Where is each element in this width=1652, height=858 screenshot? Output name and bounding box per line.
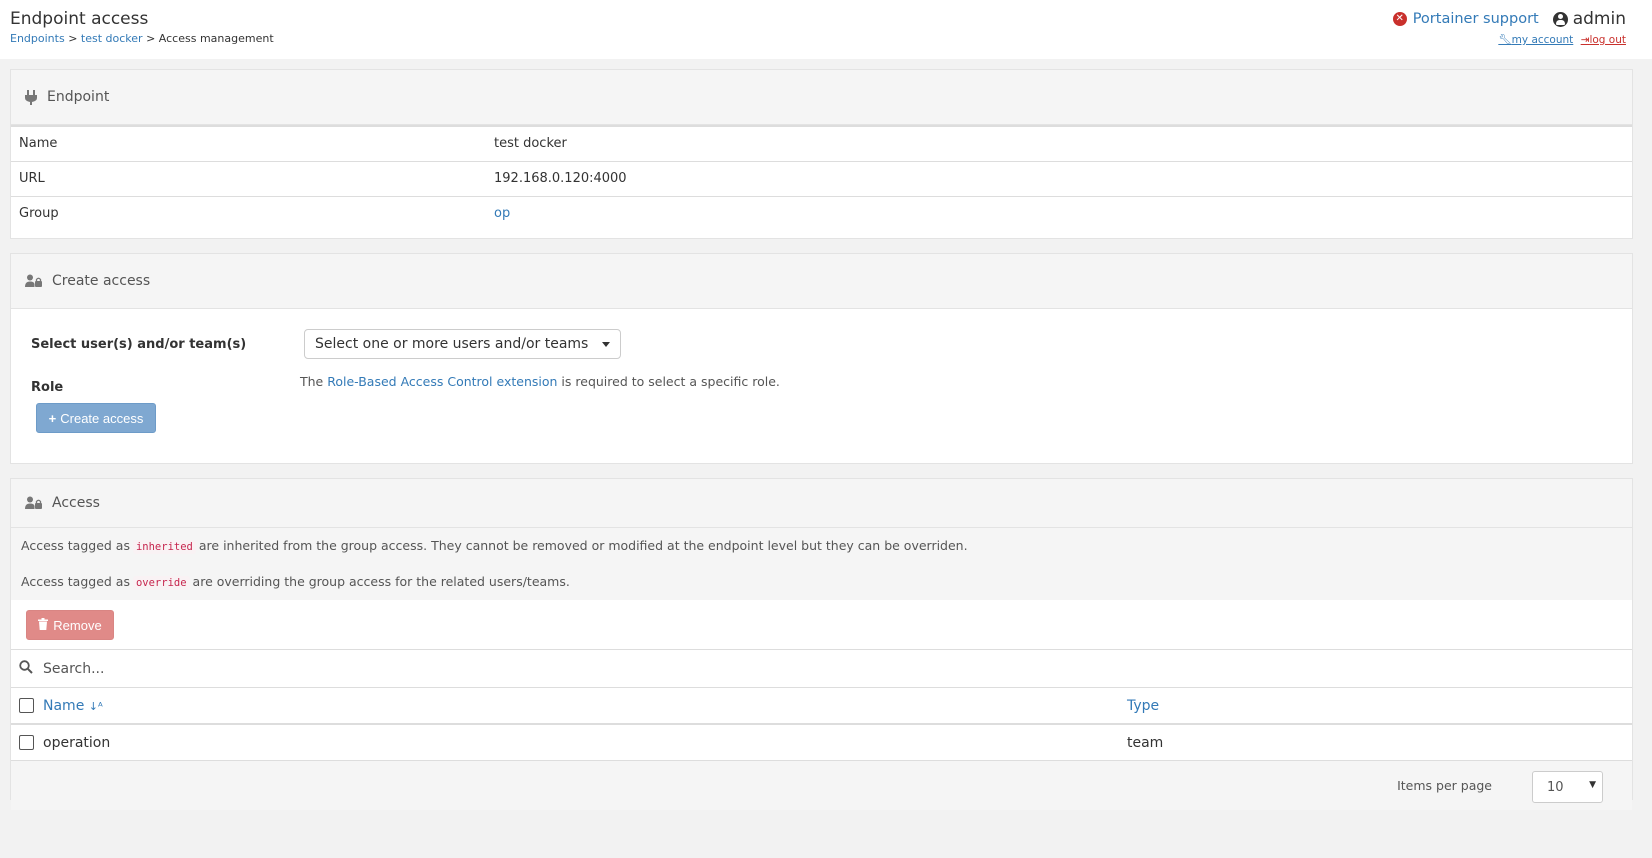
table-row: URL 192.168.0.120:4000 [11, 160, 1632, 196]
access-type: team [1127, 734, 1164, 751]
sort-alpha-icon: ↓ᴬ [88, 699, 103, 713]
row-label: URL [11, 160, 486, 196]
inherited-tag: inherited [132, 540, 196, 554]
access-toolbar: Remove [11, 600, 1632, 650]
logout-label: log out [1589, 34, 1626, 46]
access-widget-title: Access [52, 495, 100, 511]
breadcrumb-current: Access management [158, 32, 274, 45]
table-row: operation team [11, 724, 1632, 760]
create-access-widget-title: Create access [52, 273, 151, 289]
search-bar [11, 650, 1632, 688]
create-access-widget-header: Create access [11, 254, 1632, 309]
plug-icon [25, 89, 37, 105]
select-all-checkbox[interactable] [19, 698, 34, 713]
name-column-label: Name [43, 697, 85, 714]
users-teams-select[interactable]: Select one or more users and/or teams [304, 329, 621, 359]
breadcrumb: Endpoints > test docker > Access managem… [10, 32, 274, 45]
row-label: Name [11, 125, 486, 161]
access-info: Access tagged as inherited are inherited f… [11, 528, 1632, 600]
plus-icon: + [48, 410, 57, 426]
info-text: are overriding the group access for the … [192, 574, 570, 589]
group-link[interactable]: op [494, 206, 510, 221]
breadcrumb-endpoint-link[interactable]: test docker [81, 32, 143, 45]
info-text: Access tagged as [21, 538, 130, 553]
username: admin [1572, 9, 1626, 29]
role-label: Role [31, 380, 64, 395]
user-area: ✕ Portainer support admin 🔧︎my account ⇥… [1392, 9, 1626, 46]
page-title: Endpoint access [10, 9, 149, 29]
name-column-sort[interactable]: Name ↓ᴬ [43, 698, 103, 714]
row-value: 192.168.0.120:4000 [486, 160, 1632, 196]
current-user: admin [1552, 9, 1626, 29]
search-input[interactable] [41, 659, 641, 678]
portainer-support-link[interactable]: ✕ Portainer support [1392, 11, 1539, 27]
remove-button[interactable]: Remove [26, 610, 114, 640]
rbac-extension-link[interactable]: Role-Based Access Control extension [327, 374, 557, 389]
close-circle-icon: ✕ [1392, 12, 1407, 26]
endpoint-widget: Endpoint Name test docker URL 192.168.0.… [10, 69, 1633, 239]
override-tag: override [132, 576, 190, 590]
create-access-button-label: Create access [60, 410, 144, 426]
table-footer: Items per page 10 ▼ [11, 760, 1632, 810]
access-widget: Access Access tagged as inherited are inhe… [10, 478, 1633, 810]
items-per-page-select[interactable]: 10 ▼ [1532, 771, 1603, 803]
endpoint-details-table: Name test docker URL 192.168.0.120:4000 … [11, 125, 1632, 231]
wrench-icon: 🔧︎ [1498, 34, 1512, 46]
access-name: operation [43, 734, 111, 751]
breadcrumb-separator: > [64, 32, 81, 45]
users-teams-select-placeholder: Select one or more users and/or teams [315, 336, 589, 352]
caret-down-icon [602, 341, 610, 347]
row-label: Group [11, 195, 486, 231]
table-row: Group op [11, 195, 1632, 231]
users-lock-icon [25, 496, 42, 510]
user-circle-icon [1552, 11, 1568, 27]
info-text: Access tagged as [21, 574, 130, 589]
remove-button-label: Remove [53, 617, 102, 633]
logout-link[interactable]: ⇥log out [1581, 34, 1626, 46]
trash-icon [38, 617, 49, 633]
row-checkbox[interactable] [19, 735, 34, 750]
role-note-suffix: is required to select a specific role. [557, 374, 780, 389]
my-account-link[interactable]: 🔧︎my account [1498, 34, 1573, 46]
info-text: are inherited from the group access. The… [198, 538, 968, 553]
items-per-page-label: Items per page [1397, 778, 1492, 793]
caret-down-icon: ▼ [1589, 780, 1596, 790]
create-access-button[interactable]: + Create access [36, 403, 156, 433]
endpoint-widget-header: Endpoint [11, 70, 1632, 125]
items-per-page-value: 10 [1547, 779, 1564, 795]
inherited-info: Access tagged as inherited are inherited f… [21, 528, 1622, 564]
role-note: The Role-Based Access Control extension … [300, 374, 780, 389]
type-column-sort[interactable]: Type [1127, 698, 1159, 714]
top-header: Endpoint access Endpoints > test docker … [0, 0, 1652, 59]
my-account-label: my account [1511, 34, 1574, 46]
portainer-support-label: Portainer support [1412, 11, 1539, 27]
breadcrumb-separator: > [142, 32, 159, 45]
select-users-label: Select user(s) and/or team(s) [31, 337, 247, 352]
access-table: Name ↓ᴬ Type operation team [11, 688, 1632, 760]
table-row: Name test docker [11, 125, 1632, 161]
users-lock-icon [25, 274, 42, 288]
access-widget-header: Access [11, 479, 1632, 528]
row-value: test docker [486, 125, 1632, 161]
override-info: Access tagged as override are overriding t… [21, 564, 1622, 600]
table-header-row: Name ↓ᴬ Type [11, 688, 1632, 725]
search-icon [19, 659, 33, 678]
breadcrumb-endpoints-link[interactable]: Endpoints [10, 32, 65, 45]
create-access-widget: Create access Select user(s) and/or team… [10, 253, 1633, 464]
role-note-prefix: The [300, 374, 328, 389]
endpoint-widget-title: Endpoint [47, 89, 110, 105]
